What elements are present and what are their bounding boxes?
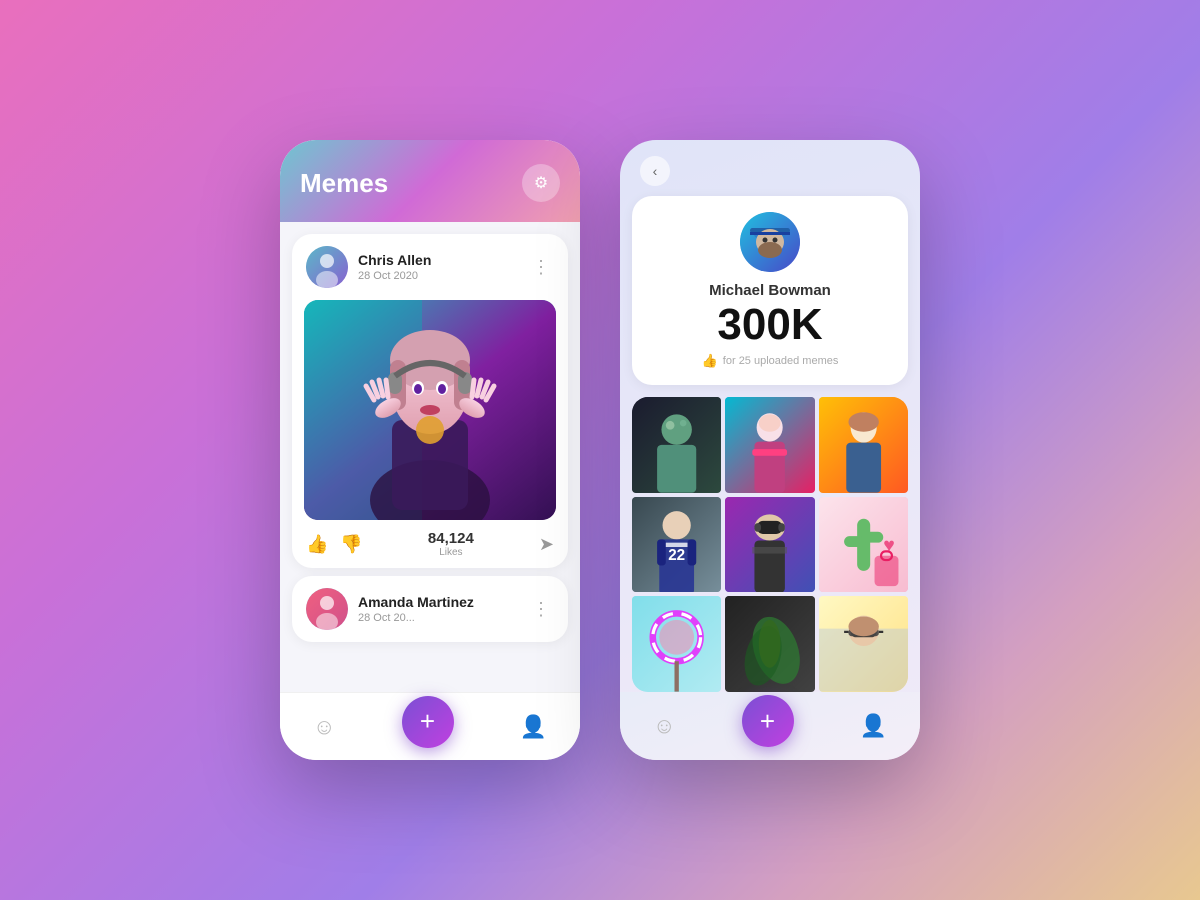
- settings-icon: ⚙: [534, 173, 548, 193]
- dislike-button[interactable]: 👎: [340, 534, 362, 555]
- avatar-amanda-svg: [306, 588, 348, 630]
- svg-text:♥: ♥: [883, 534, 895, 556]
- post-user-1: Chris Allen 28 Oct 2020: [306, 246, 431, 288]
- profile-avatar-svg: [740, 212, 800, 272]
- avatar-amanda: [306, 588, 348, 630]
- post-user-2: Amanda Martinez 28 Oct 20...: [306, 588, 474, 630]
- user-info-2: Amanda Martinez 28 Oct 20...: [358, 594, 474, 624]
- grid-item-6[interactable]: ♥: [819, 497, 908, 593]
- like-button[interactable]: 👍: [306, 534, 328, 555]
- grid-item-7[interactable]: [632, 596, 721, 692]
- grid-item-1[interactable]: [632, 397, 721, 493]
- left-phone-body: Chris Allen 28 Oct 2020 ⋮: [280, 222, 580, 692]
- thumb-icon: 👍: [702, 353, 718, 369]
- right-phone: ‹: [620, 140, 920, 760]
- post-actions-1: 👍 👎 84,124 Likes ➤: [292, 520, 568, 568]
- profile-card: Michael Bowman 300K 👍 for 25 uploaded me…: [632, 196, 908, 385]
- add-icon: +: [420, 706, 435, 737]
- right-phone-top: ‹: [620, 140, 920, 196]
- post-header-1: Chris Allen 28 Oct 2020 ⋮: [292, 234, 568, 300]
- post-date-1: 28 Oct 2020: [358, 270, 431, 282]
- user-name-2: Amanda Martinez: [358, 594, 474, 610]
- right-profile-nav-icon[interactable]: 👤: [860, 713, 887, 739]
- post-card-2: Amanda Martinez 28 Oct 20... ⋮: [292, 576, 568, 642]
- user-name-1: Chris Allen: [358, 252, 431, 268]
- add-nav-button[interactable]: +: [402, 696, 454, 748]
- user-info-1: Chris Allen 28 Oct 2020: [358, 252, 431, 282]
- profile-count: 300K: [717, 303, 822, 347]
- grid-item-9[interactable]: [819, 596, 908, 692]
- post-header-2: Amanda Martinez 28 Oct 20... ⋮: [292, 576, 568, 642]
- grid-item-2[interactable]: [725, 397, 814, 493]
- post-date-2: 28 Oct 20...: [358, 612, 474, 624]
- right-add-nav-button[interactable]: +: [742, 695, 794, 747]
- profile-avatar: [740, 212, 800, 272]
- back-button[interactable]: ‹: [640, 156, 670, 186]
- avatar-chris-svg: [306, 246, 348, 288]
- grid-item-8[interactable]: [725, 596, 814, 692]
- profile-nav-icon[interactable]: 👤: [520, 714, 547, 740]
- back-icon: ‹: [653, 163, 658, 179]
- action-buttons: 👍 👎: [306, 534, 363, 555]
- left-phone-header: Memes ⚙: [280, 140, 580, 222]
- settings-button[interactable]: ⚙: [522, 164, 560, 202]
- post-image-1: [304, 300, 556, 520]
- profile-desc-text: for 25 uploaded memes: [723, 355, 839, 367]
- grid-item-3[interactable]: [819, 397, 908, 493]
- post-card-1: Chris Allen 28 Oct 2020 ⋮: [292, 234, 568, 568]
- likes-label: Likes: [428, 547, 474, 558]
- post-image-inner-1: [304, 300, 556, 520]
- app-title: Memes: [300, 168, 388, 199]
- grid-item-4[interactable]: 22: [632, 497, 721, 593]
- right-bottom-nav: ☺ + 👤: [620, 692, 920, 760]
- likes-number: 84,124: [428, 530, 474, 547]
- profile-name: Michael Bowman: [709, 282, 831, 299]
- grid-item-5[interactable]: [725, 497, 814, 593]
- avatar-chris: [306, 246, 348, 288]
- likes-count: 84,124 Likes: [428, 530, 474, 558]
- right-emoji-nav-icon[interactable]: ☺: [653, 713, 675, 739]
- image-grid: 22: [632, 397, 908, 692]
- meme-image-svg: [304, 300, 556, 520]
- home-nav-icon[interactable]: ☺: [313, 714, 335, 740]
- left-bottom-nav: ☺ + 👤: [280, 692, 580, 760]
- svg-text:22: 22: [668, 547, 685, 564]
- right-add-icon: +: [760, 706, 775, 737]
- send-button[interactable]: ➤: [539, 534, 554, 555]
- more-button-2[interactable]: ⋮: [528, 595, 554, 624]
- profile-desc: 👍 for 25 uploaded memes: [702, 353, 839, 369]
- more-button-1[interactable]: ⋮: [528, 253, 554, 282]
- left-phone: Memes ⚙: [280, 140, 580, 760]
- avatar-chris-inner: [306, 246, 348, 288]
